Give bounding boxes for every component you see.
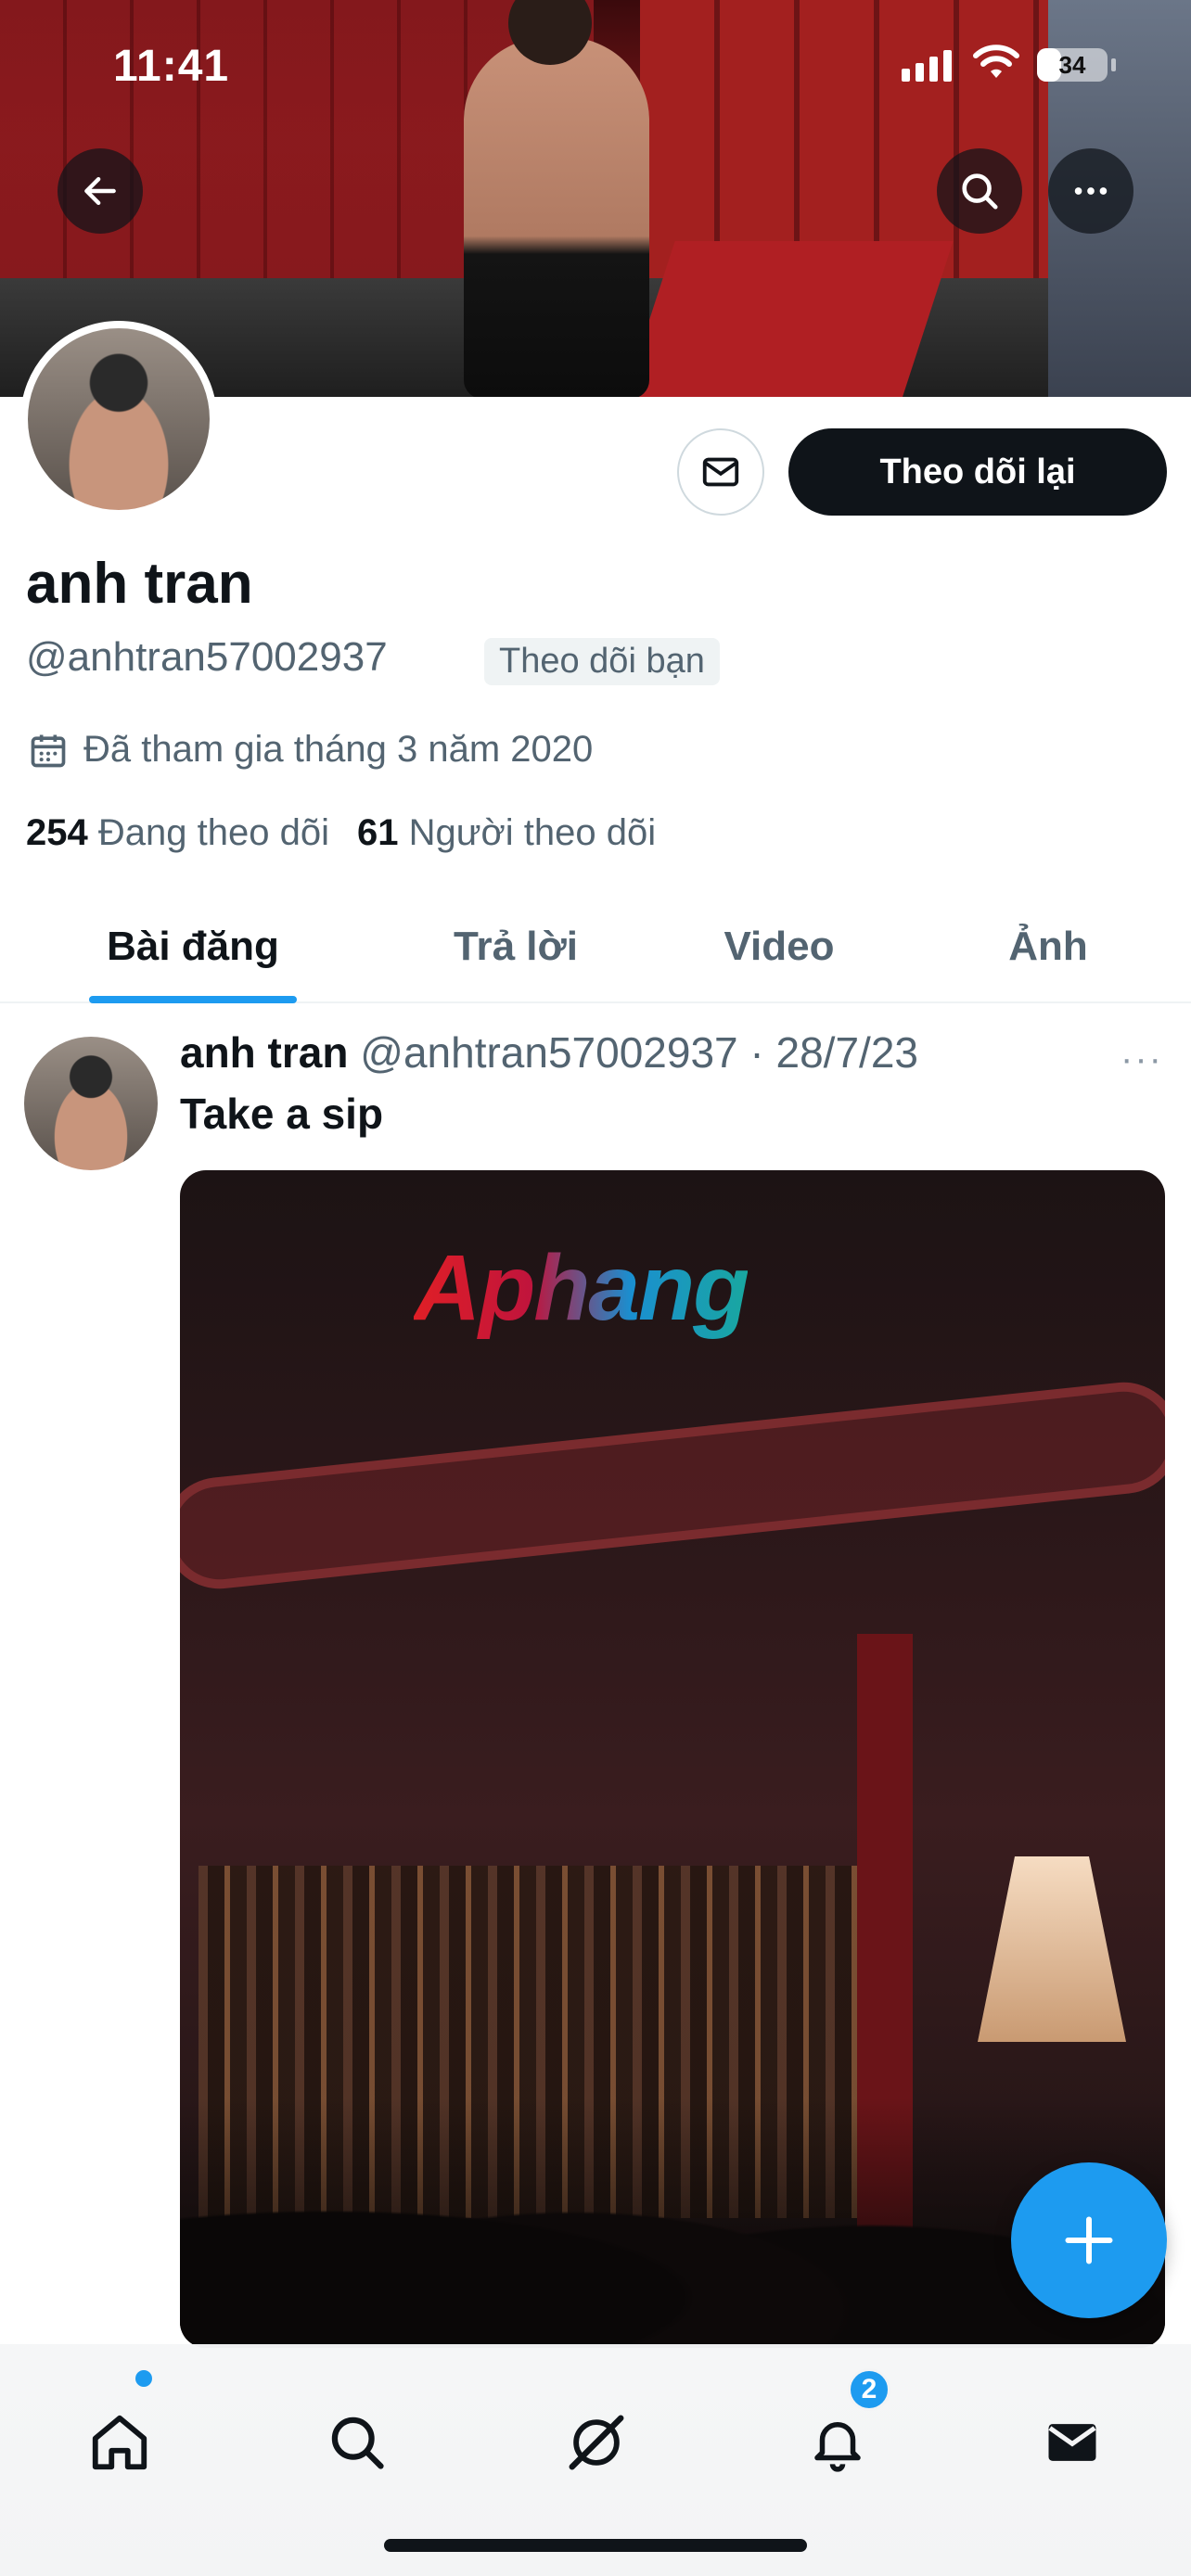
- status-time: 11:41: [113, 42, 230, 91]
- battery-level: 34: [1058, 51, 1086, 79]
- active-tab-indicator: [89, 996, 297, 1003]
- nav-messages[interactable]: [1035, 2405, 1109, 2480]
- battery-icon: 34: [1037, 48, 1116, 82]
- display-name: anh tran: [26, 552, 253, 616]
- tab-video[interactable]: Video: [686, 890, 872, 1003]
- tab-replies[interactable]: Trả lời: [408, 890, 623, 1003]
- notification-badge: 2: [848, 2368, 890, 2411]
- post-header: anh tran @anhtran57002937 · 28/7/23: [180, 1027, 918, 1078]
- post-author-name[interactable]: anh tran: [180, 1028, 348, 1077]
- nav-grok[interactable]: [559, 2405, 634, 2480]
- home-indicator[interactable]: [384, 2539, 807, 2552]
- user-handle: @anhtran57002937: [26, 634, 388, 680]
- search-icon: [962, 173, 998, 210]
- home-icon: [92, 2415, 147, 2470]
- message-button[interactable]: [677, 428, 764, 516]
- followers-link[interactable]: 61 Người theo dõi: [357, 812, 656, 854]
- post-text: Take a sip: [180, 1090, 384, 1138]
- home-unread-dot: [135, 2370, 152, 2387]
- post-image[interactable]: Aphang: [180, 1170, 1165, 2348]
- calendar-icon: [31, 734, 66, 767]
- join-date-text: Đã tham gia tháng 3 năm 2020: [83, 729, 594, 770]
- cellular-signal-icon: [902, 48, 952, 82]
- messages-icon: [1048, 2424, 1096, 2461]
- profile-avatar[interactable]: [20, 321, 217, 517]
- follow-back-button[interactable]: Theo dõi lại: [788, 428, 1167, 516]
- nav-notifications[interactable]: [800, 2405, 875, 2480]
- image-watermark: Aphang: [414, 1236, 749, 1340]
- post-meta: @anhtran57002937 · 28/7/23: [360, 1028, 918, 1077]
- status-bar: 11:41 34: [0, 0, 1191, 130]
- following-label: Đang theo dõi: [97, 812, 329, 853]
- mail-icon: [702, 457, 739, 487]
- plus-icon: [1065, 2216, 1113, 2264]
- post-more-icon[interactable]: ···: [1121, 1039, 1163, 1080]
- search-icon: [331, 2417, 384, 2469]
- post-author-avatar[interactable]: [24, 1037, 158, 1170]
- follows-you-badge: Theo dõi bạn: [484, 638, 720, 685]
- nav-search[interactable]: [320, 2405, 394, 2480]
- following-count: 254: [26, 812, 88, 853]
- compose-button[interactable]: [1011, 2162, 1167, 2318]
- following-link[interactable]: 254 Đang theo dõi: [26, 812, 329, 854]
- tab-photos[interactable]: Ảnh: [965, 890, 1132, 1003]
- more-horizontal-icon: [1074, 187, 1108, 195]
- grok-icon: [569, 2415, 624, 2470]
- wifi-icon: [973, 45, 1019, 78]
- tab-posts[interactable]: Bài đăng: [89, 890, 297, 1003]
- arrow-left-icon: [84, 176, 116, 206]
- profile-tabs: Bài đăng Trả lời Video Ảnh: [0, 890, 1191, 1003]
- followers-count: 61: [356, 812, 399, 853]
- followers-label: Người theo dõi: [408, 812, 657, 853]
- follow-stats: 254 Đang theo dõi 61 Người theo dõi: [26, 812, 656, 854]
- search-button[interactable]: [937, 148, 1022, 234]
- more-button[interactable]: [1048, 148, 1133, 234]
- notifications-icon: [814, 2422, 861, 2472]
- back-button[interactable]: [58, 148, 143, 234]
- join-date: Đã tham gia tháng 3 năm 2020: [28, 729, 593, 771]
- nav-home[interactable]: [83, 2405, 157, 2480]
